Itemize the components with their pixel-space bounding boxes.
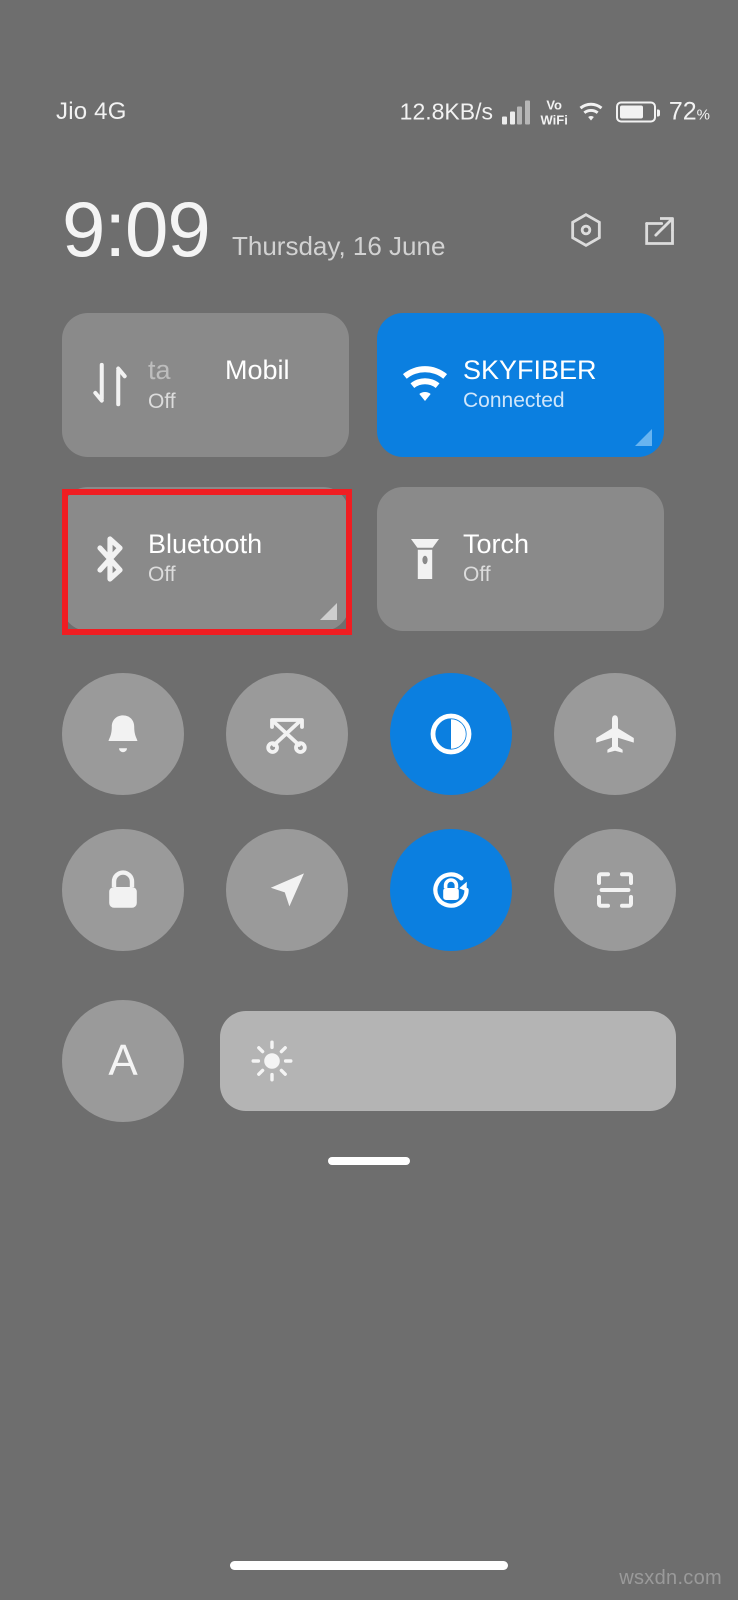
tile-bluetooth[interactable]: Bluetooth Off: [62, 487, 349, 631]
clock-date: Thursday, 16 June: [232, 231, 446, 261]
tile-expand-corner-icon[interactable]: [320, 603, 337, 620]
lock-icon: [109, 870, 137, 908]
toggle-auto-brightness[interactable]: A: [62, 1000, 184, 1122]
carrier-label: Jio 4G: [56, 98, 127, 125]
tile-subtitle: Off: [148, 390, 176, 413]
status-bar-right-group: 12.8KB/s Vo WiFi 72%: [400, 98, 710, 127]
mobile-data-arrows-icon: [84, 359, 136, 411]
wifi-icon: [579, 102, 603, 121]
tile-title: Bluetooth: [148, 529, 263, 559]
quick-settings-tiles: ta Mobil Off SKYFIBER Connected Bluetoot…: [62, 313, 676, 661]
volte-wifi-icon: Vo WiFi: [541, 98, 568, 126]
tile-wifi[interactable]: SKYFIBER Connected: [377, 313, 664, 457]
toggle-dark-mode[interactable]: [390, 673, 512, 795]
bluetooth-icon: [84, 533, 136, 585]
tile-title-incoming: Mobil: [225, 355, 290, 385]
settings-hexagon-icon[interactable]: [566, 211, 606, 251]
bell-icon: [108, 715, 138, 753]
edit-tiles-icon[interactable]: [640, 211, 680, 251]
clock-time: 9:09: [62, 185, 211, 273]
tile-torch-text: Torch Off: [463, 528, 529, 590]
tile-expand-corner-icon[interactable]: [635, 429, 652, 446]
volte-label-line2: WiFi: [540, 112, 568, 127]
circle-row-2: [62, 829, 676, 951]
circle-row-1: [62, 673, 676, 795]
airplane-icon: [596, 715, 634, 753]
tile-bluetooth-text: Bluetooth Off: [148, 528, 262, 590]
header-icon-group: [566, 211, 680, 251]
tile-title: Torch: [463, 529, 530, 559]
auto-brightness-label: A: [108, 1036, 138, 1085]
control-center-screen: Jio 4G 12.8KB/s Vo WiFi 72% 9:09 Thursda…: [0, 0, 738, 1600]
volte-label-line1: Vo: [546, 97, 562, 112]
flashlight-icon: [399, 533, 451, 585]
tile-subtitle: Off: [463, 563, 491, 586]
watermark-label: wsxdn.com: [619, 1567, 722, 1589]
battery-percent-label: 72%: [668, 97, 710, 126]
toggle-rotation-lock[interactable]: [390, 829, 512, 951]
dark-mode-contrast-icon: [430, 713, 472, 755]
sun-icon: [251, 1040, 293, 1082]
tile-title: SKYFIBER: [463, 355, 597, 385]
signal-bars-icon: [502, 100, 530, 124]
toggle-ringer-bell[interactable]: [62, 673, 184, 795]
network-speed-label: 12.8KB/s: [399, 98, 494, 125]
tile-row-1: ta Mobil Off SKYFIBER Connected: [62, 313, 676, 457]
tile-mobile-data[interactable]: ta Mobil Off: [62, 313, 349, 457]
mobile-data-label-wrap: ta Mobil Off: [148, 353, 348, 417]
tile-torch[interactable]: Torch Off: [377, 487, 664, 631]
toggle-airplane-mode[interactable]: [554, 673, 676, 795]
rotation-lock-icon: [433, 872, 469, 908]
status-bar: Jio 4G 12.8KB/s Vo WiFi 72%: [0, 92, 738, 132]
wifi-icon: [399, 359, 451, 411]
tile-title-outgoing: ta: [148, 355, 171, 385]
tile-subtitle: Connected: [463, 389, 565, 412]
toggle-scanner[interactable]: [554, 829, 676, 951]
tile-subtitle: Off: [148, 563, 176, 586]
brightness-slider[interactable]: [220, 1011, 676, 1111]
location-arrow-icon: [270, 873, 304, 907]
toggle-screenshot[interactable]: [226, 673, 348, 795]
toggle-location[interactable]: [226, 829, 348, 951]
toggle-lock-screen[interactable]: [62, 829, 184, 951]
circle-toggle-grid: [62, 673, 676, 985]
header-row: 9:09 Thursday, 16 June: [0, 185, 738, 275]
panel-drag-handle[interactable]: [328, 1157, 410, 1165]
tile-row-2: Bluetooth Off Torch Off: [62, 487, 676, 631]
battery-icon: [615, 101, 660, 123]
gesture-nav-bar[interactable]: [230, 1561, 508, 1570]
screenshot-scissors-icon: [266, 718, 307, 754]
tile-wifi-text: SKYFIBER Connected: [463, 354, 597, 416]
brightness-row: A: [62, 1000, 676, 1122]
scan-frame-icon: [597, 872, 633, 908]
